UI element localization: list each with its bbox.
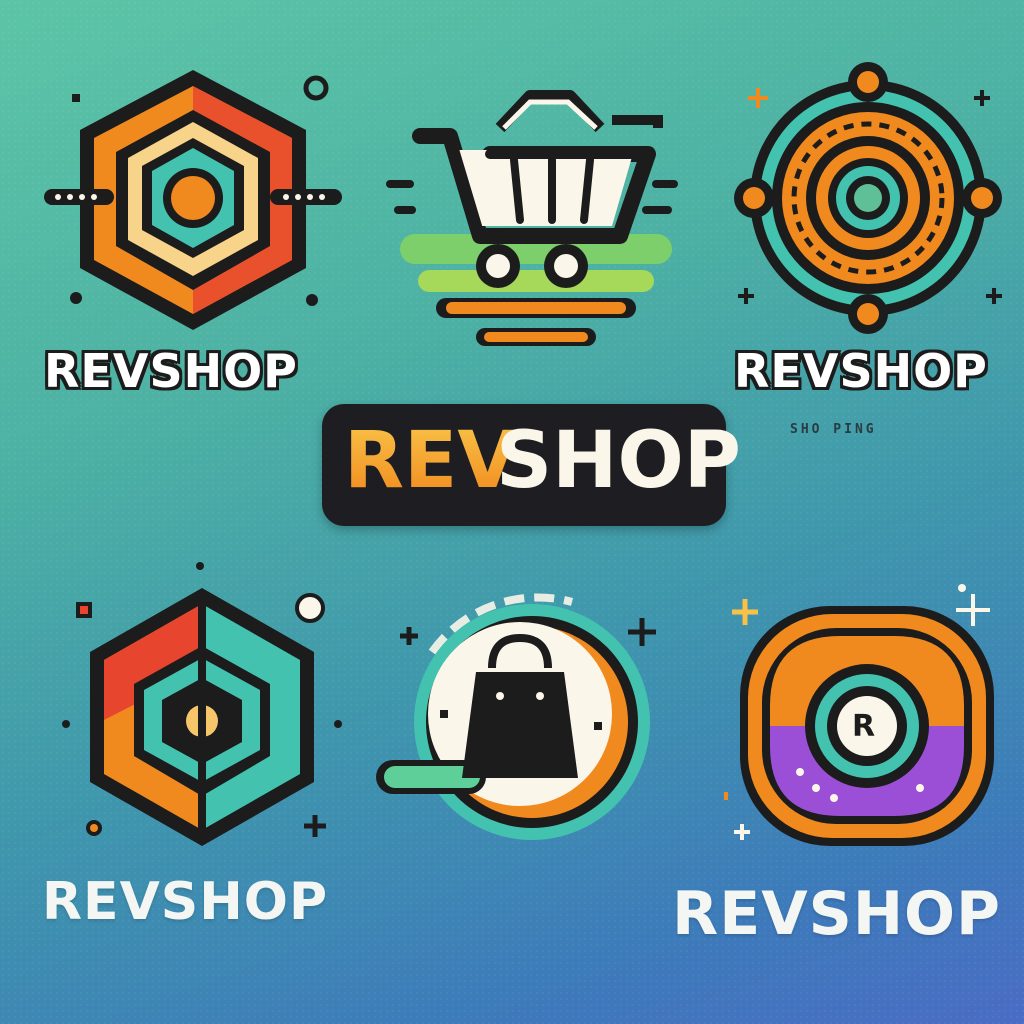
logo-4-wordmark: REVSHOP bbox=[42, 872, 329, 932]
center-wordmark-rev: REV bbox=[344, 416, 518, 506]
shopping-bag-icon bbox=[376, 593, 656, 840]
logo-3-tagline: SHO PING bbox=[790, 422, 877, 437]
r-badge-letter: R bbox=[852, 709, 877, 744]
split-hexagon-icon bbox=[62, 562, 342, 846]
shopping-cart-icon bbox=[386, 90, 678, 346]
center-wordmark-shop: SHOP bbox=[496, 416, 741, 506]
logo-1-wordmark: REVSHOP bbox=[44, 344, 298, 398]
hexagon-target-icon bbox=[44, 70, 342, 330]
center-logo-badge: REV SHOP bbox=[322, 404, 741, 526]
concentric-circle-icon bbox=[734, 62, 1002, 334]
logo-3-wordmark: REVSHOP bbox=[734, 344, 988, 398]
logo-6-wordmark: REVSHOP bbox=[672, 879, 1002, 949]
